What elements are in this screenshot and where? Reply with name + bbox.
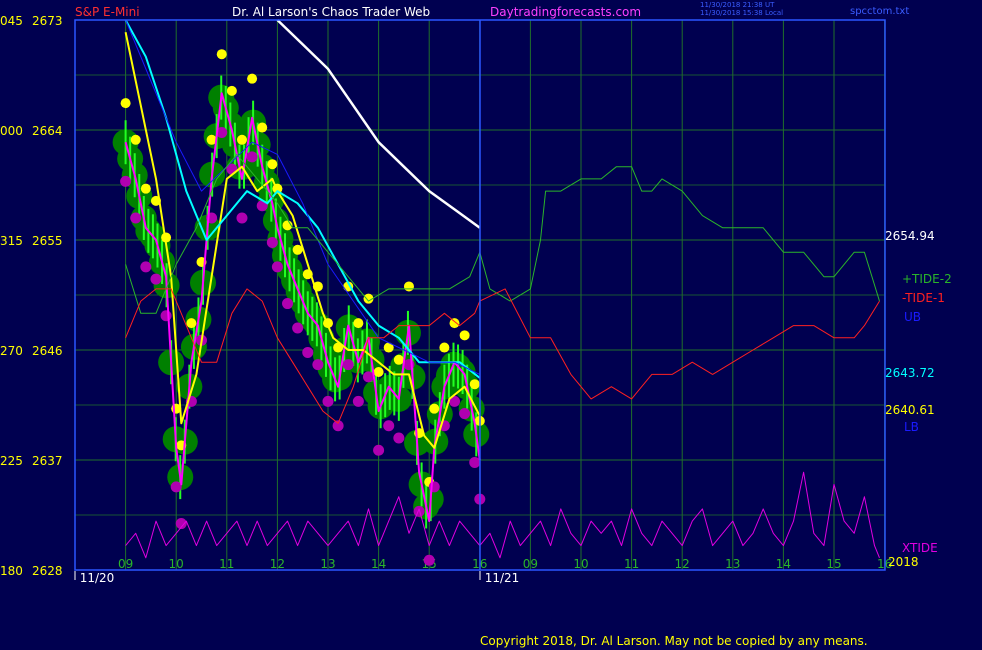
yellow-ball xyxy=(429,403,440,414)
x-tick-label: 09 xyxy=(118,557,133,571)
x-tick-label: 12 xyxy=(270,557,285,571)
magenta-ball xyxy=(302,346,314,358)
x-tick-label: 13 xyxy=(725,557,740,571)
x-tick-label: 14 xyxy=(776,557,791,571)
yellow-ball xyxy=(353,318,364,329)
yellow-ball xyxy=(439,342,450,353)
x-tick-label: 09 xyxy=(523,557,538,571)
magenta-ball xyxy=(332,420,344,432)
magenta-ball xyxy=(170,481,182,493)
magenta-ball xyxy=(373,444,385,456)
y-tick-label: 2628 xyxy=(32,564,63,578)
date-label: 11/20 xyxy=(80,571,115,585)
magenta-ball xyxy=(130,212,142,224)
magenta-ball xyxy=(469,456,481,468)
series-lines xyxy=(124,19,880,559)
magenta-ball xyxy=(362,371,374,383)
magenta-ball xyxy=(266,236,278,248)
right-label: 2643.72 xyxy=(885,366,935,380)
yellow-ball xyxy=(469,379,480,390)
right-label: +TIDE-2 xyxy=(902,272,952,286)
x-tick-label: 10 xyxy=(169,557,184,571)
magenta-ball xyxy=(393,432,405,444)
yellow-ball xyxy=(403,281,414,292)
date-label: 11/21 xyxy=(485,571,520,585)
y-tick-left: 225 xyxy=(0,454,23,468)
yellow-ball xyxy=(140,183,151,194)
right-label: 2640.61 xyxy=(885,403,935,417)
y-tick-left: 315 xyxy=(0,234,23,248)
y-tick-label: 2637 xyxy=(32,454,63,468)
x-tick-label: 13 xyxy=(320,557,335,571)
magenta-ball xyxy=(150,273,162,285)
magenta-ball xyxy=(292,322,304,334)
copyright-notice: Copyright 2018, Dr. Al Larson. May not b… xyxy=(480,634,868,648)
yellow-ball xyxy=(373,367,384,377)
y-tick-label: 2673 xyxy=(32,14,63,28)
y-tick-left: 180 xyxy=(0,564,23,578)
magenta-ball xyxy=(413,505,425,517)
yellow-ball xyxy=(247,73,258,84)
x-tick-label: 12 xyxy=(675,557,690,571)
y-tick-left: 000 xyxy=(0,124,23,138)
y-tick-label: 2655 xyxy=(32,234,63,248)
yellow-ball xyxy=(186,318,197,329)
x-tick-label: 11 xyxy=(624,557,639,571)
series-red xyxy=(125,288,880,424)
yellow-ball xyxy=(130,134,141,145)
yellow-ball xyxy=(120,98,131,109)
magenta-ball xyxy=(282,298,294,310)
y-tick-label: 2646 xyxy=(32,344,63,358)
yellow-ball xyxy=(393,354,404,365)
magenta-ball xyxy=(120,175,132,187)
magenta-ball xyxy=(271,261,283,273)
magenta-ball xyxy=(459,408,471,420)
x-tick-label: 10 xyxy=(573,557,588,571)
y-axis-labels: 045 2673 000 2664 315 2655 270 2646 225 2637 180 26… xyxy=(0,14,63,578)
y-tick-left: 045 xyxy=(0,14,23,28)
magenta-ball xyxy=(140,261,152,273)
yellow-ball xyxy=(267,159,278,170)
y-tick-label: 2664 xyxy=(32,124,63,138)
right-labels: 2654.94 +TIDE-2 -TIDE-1 UB 2643.72 2640.61 LB X… xyxy=(885,229,952,555)
magenta-ball xyxy=(352,395,364,407)
right-label: XTIDE xyxy=(902,541,938,555)
yellow-ball xyxy=(449,318,460,329)
x-tick-label: 11 xyxy=(219,557,234,571)
magenta-ball xyxy=(322,395,334,407)
right-label: 2654.94 xyxy=(885,229,935,243)
magenta-ball xyxy=(423,554,435,566)
magenta-ball xyxy=(160,310,172,322)
magenta-ball xyxy=(312,359,324,371)
yellow-ball xyxy=(257,122,268,133)
yellow-ball xyxy=(226,85,237,96)
right-label: UB xyxy=(904,310,921,324)
magenta-ball xyxy=(383,420,395,432)
x-tick-label: 15 xyxy=(826,557,841,571)
magenta-ball xyxy=(246,151,258,163)
y-tick-left: 270 xyxy=(0,344,23,358)
year-label: 2018 xyxy=(888,555,919,569)
magenta-ball xyxy=(236,212,248,224)
right-label: LB xyxy=(904,420,919,434)
x-tick-label: 14 xyxy=(371,557,386,571)
yellow-ball xyxy=(216,49,227,60)
right-label: -TIDE-1 xyxy=(902,291,945,305)
yellow-ball xyxy=(459,330,470,341)
chart-canvas: 045 2673 000 2664 315 2655 270 2646 225 2637 180 26… xyxy=(0,14,952,585)
yellow-ball xyxy=(236,134,247,145)
magenta-ball xyxy=(342,359,354,371)
